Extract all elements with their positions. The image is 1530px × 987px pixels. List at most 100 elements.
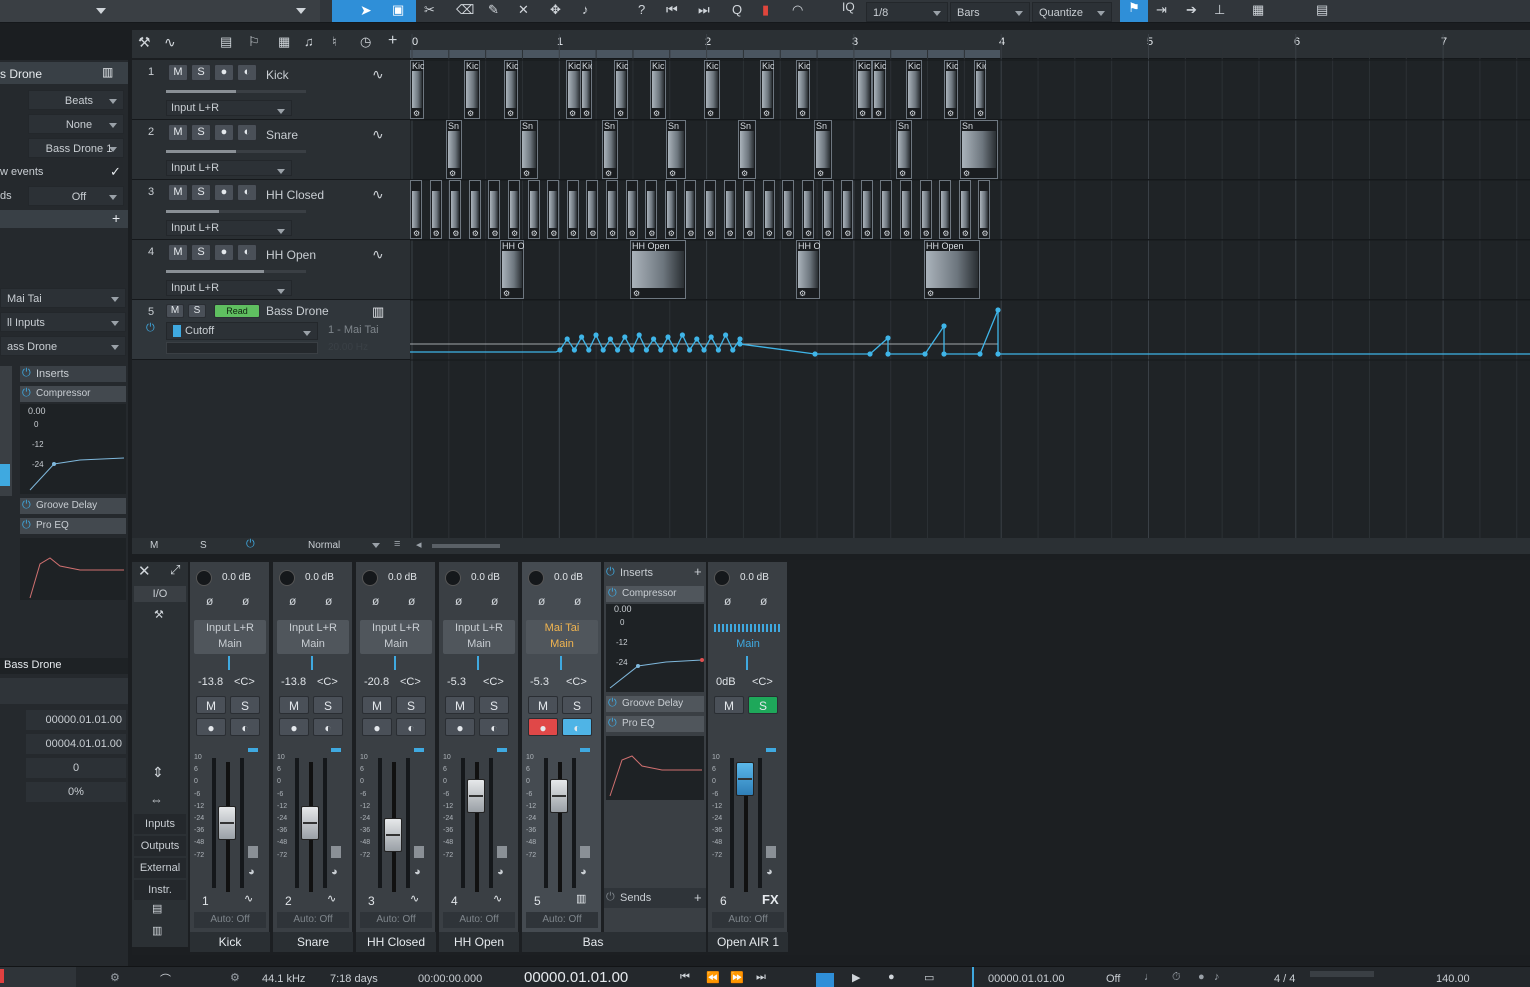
power-icon[interactable]: ⏻ [22,519,31,532]
automation-point[interactable] [651,336,657,342]
audio-clip[interactable]: Sn ⚙ [738,120,756,179]
io-button[interactable]: I/O [134,586,186,602]
power-icon[interactable]: ⏻ [246,538,255,551]
strip-name[interactable]: Snare [273,932,353,952]
audio-clip[interactable]: HH Open ⚙ [924,240,980,299]
automation-point[interactable] [593,332,599,338]
audio-clip[interactable]: Kic ⚙ [760,60,774,119]
record-arm-button[interactable]: ● [528,718,558,736]
note-icon[interactable]: ♫ [304,34,314,49]
pan-indicator[interactable] [311,656,313,670]
strip-insert-compressor[interactable]: ⏻ Compressor [606,586,704,602]
output-route[interactable]: Main [712,636,784,652]
autoscroll-icon[interactable]: ➔ [1186,2,1197,18]
color-tool-icon[interactable]: ▮ [762,2,769,18]
clip-gear-icon[interactable]: ⚙ [859,109,866,118]
clip-gear-icon[interactable]: ⚙ [669,169,676,178]
clip-gear-icon[interactable]: ⚙ [883,229,890,238]
chevron-down-icon[interactable] [296,8,306,14]
clip-gear-icon[interactable]: ⚙ [942,229,949,238]
audio-clip[interactable]: Kic ⚙ [614,60,628,119]
grid-icon[interactable]: ▦ [278,34,290,50]
clip-gear-icon[interactable]: ⚙ [727,229,734,238]
automation-point[interactable] [672,347,678,353]
automation-point[interactable] [737,336,743,342]
input-route[interactable]: Input L+R [360,620,432,636]
audio-clip[interactable]: ⚙ [429,180,442,239]
monitor-button[interactable]: ◐ [396,718,426,736]
automation-point[interactable] [622,334,628,340]
automation-mode[interactable]: Auto: Off [526,912,598,928]
audio-clip[interactable]: ⚙ [586,180,599,239]
track-input-select[interactable]: Input L+R [166,100,292,116]
field4[interactable]: 0% [26,782,126,802]
audio-clip[interactable]: ⚙ [684,180,697,239]
automation-point[interactable] [701,347,707,353]
audio-clip[interactable]: ⚙ [645,180,658,239]
power-icon[interactable]: ⏻ [22,367,31,380]
audio-clip[interactable]: ⚙ [762,180,775,239]
inputs-button[interactable]: Inputs [134,814,186,834]
power-icon[interactable]: ⏻ [606,566,615,579]
timebase-select[interactable]: Beats [28,90,124,110]
record-button[interactable]: ● [214,64,234,81]
output-route[interactable]: Main [277,636,349,652]
audio-clip[interactable]: Kic ⚙ [704,60,720,119]
automation-point[interactable] [571,347,577,353]
expand-icon[interactable]: ⤢ [170,562,180,578]
add-icon[interactable]: + [694,564,702,579]
solo-button[interactable]: S [191,184,211,201]
automation-point[interactable] [687,347,693,353]
cursor-follow-icon[interactable]: ⇥ [1156,2,1167,18]
add-icon[interactable]: + [112,210,120,226]
mute-button[interactable]: M [168,184,188,201]
record-icon[interactable]: ● [888,971,895,983]
automation-point[interactable] [867,351,873,357]
clip-gear-icon[interactable]: ⚙ [707,109,714,118]
track-volume-slider[interactable] [166,90,306,93]
record-arm-button[interactable]: ● [196,718,226,736]
phase-invert-left-icon[interactable]: ø [724,594,731,608]
rewind-icon[interactable]: ⏪ [706,971,720,984]
clip-gear-icon[interactable]: ⚙ [609,229,616,238]
audio-clip[interactable]: ⚙ [860,180,873,239]
power-icon[interactable]: ⏻ [22,499,31,512]
bend-tool-icon[interactable]: ✥ [550,2,561,18]
mute-speaker-icon[interactable]: ◕ [331,866,338,878]
volume-fader[interactable] [736,762,754,796]
mute-speaker-icon[interactable]: ◕ [497,866,504,878]
records-select[interactable]: Off [28,186,124,206]
mute-button[interactable]: M [166,304,184,318]
tune-icon[interactable]: ♮ [332,34,337,50]
automation-envelope[interactable] [410,300,1530,360]
volume-fader[interactable] [218,806,236,841]
audio-clip[interactable]: Sn ⚙ [666,120,686,179]
clip-gear-icon[interactable]: ⚙ [653,109,660,118]
record-button[interactable]: ● [214,124,234,141]
checkmark-icon[interactable]: ✓ [110,164,121,180]
audio-clip[interactable]: Kic ⚙ [580,60,592,119]
audio-clip[interactable]: Sn ⚙ [814,120,832,179]
clock-icon[interactable]: ◷ [360,34,371,50]
video-icon[interactable]: ▤ [1316,2,1328,18]
audio-clip[interactable]: ⚙ [664,180,677,239]
automation-point[interactable] [941,323,947,329]
monitor-button[interactable]: ◐ [562,718,592,736]
metronome-icon[interactable]: ▭ [924,971,934,984]
clip-gear-icon[interactable]: ⚙ [648,229,655,238]
track-name[interactable]: Bass Drone [266,304,329,318]
mute-button[interactable]: M [528,696,558,714]
mute-speaker-icon[interactable]: ◕ [414,866,421,878]
strip-insert-groove-delay[interactable]: ⏻ Groove Delay [606,696,704,712]
automation-read-button[interactable]: Read [214,304,260,318]
strip-name[interactable]: Open AIR 1 [708,932,788,952]
monitor-button[interactable]: ◐ [237,244,257,261]
clip-gear-icon[interactable]: ⚙ [511,229,518,238]
layout-icon[interactable]: ▦ [1252,2,1264,18]
audio-clip[interactable]: ⚙ [468,180,481,239]
clip-gear-icon[interactable]: ⚙ [452,229,459,238]
mute-button[interactable]: M [168,244,188,261]
pan-indicator[interactable] [746,656,748,670]
record-arm-button[interactable]: ● [362,718,392,736]
audio-clip[interactable]: ⚙ [802,180,814,239]
